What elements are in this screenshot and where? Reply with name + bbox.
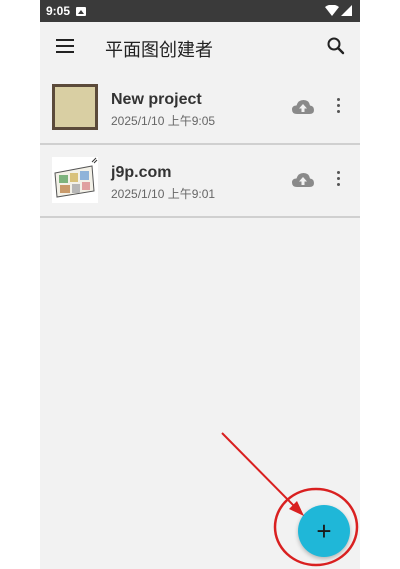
page-title: 平面图创建者 [105,40,213,60]
search-icon[interactable] [326,36,346,56]
signal-icon [341,5,352,16]
cloud-upload-icon[interactable] [292,100,314,115]
image-notification-icon [76,6,87,16]
more-vert-icon[interactable] [336,98,342,116]
wifi-icon [325,5,339,16]
floorplan-thumbnail [52,157,98,203]
add-project-button[interactable]: + [298,505,350,557]
project-name: j9p.com [111,164,172,181]
status-time: 9:05 [46,4,71,18]
project-thumbnail [52,84,98,130]
menu-icon[interactable] [56,39,74,53]
status-bar: 9:05 [40,0,360,22]
cloud-upload-icon[interactable] [292,173,314,188]
project-list: New project 2025/1/10 上午9:05 j9p.com 202… [40,72,360,218]
project-date: 2025/1/10 上午9:01 [111,187,216,201]
project-item-j9p[interactable]: j9p.com 2025/1/10 上午9:01 [40,145,360,218]
status-right-icons [325,5,352,16]
project-date: 2025/1/10 上午9:05 [111,114,216,128]
project-name: New project [111,91,202,108]
project-item-new-project[interactable]: New project 2025/1/10 上午9:05 [40,72,360,145]
app-bar: 平面图创建者 [40,22,360,72]
add-icon: + [316,516,332,546]
app-screen: 9:05 平面图创建者 New project 2025/1/10 上午9:05 [40,0,360,569]
more-vert-icon[interactable] [336,171,342,189]
